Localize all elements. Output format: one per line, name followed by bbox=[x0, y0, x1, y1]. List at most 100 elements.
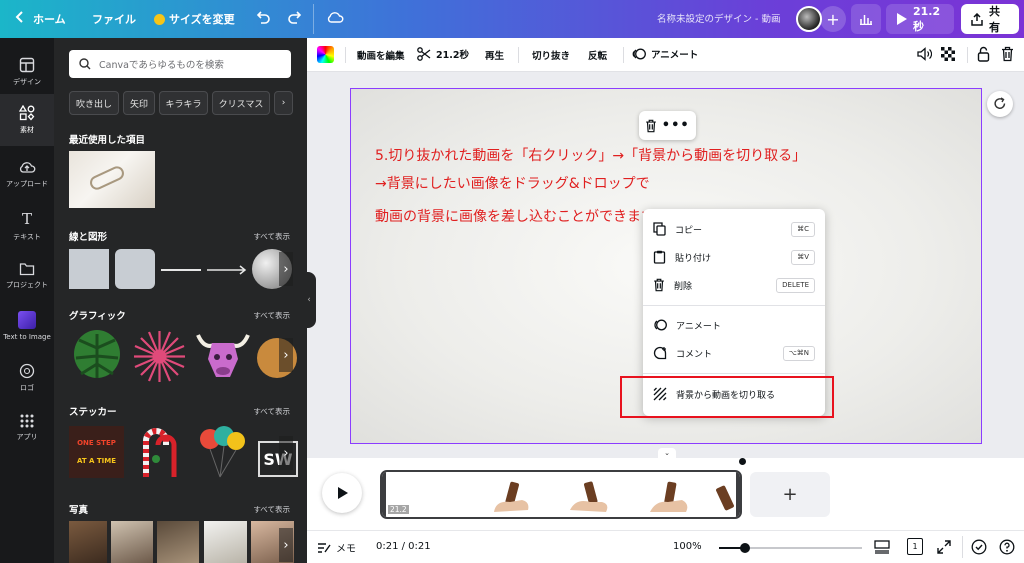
crop-button[interactable]: 切り抜き bbox=[532, 48, 570, 62]
share-button[interactable]: 共有 bbox=[961, 4, 1019, 34]
play-icon bbox=[896, 13, 907, 25]
add-collaborator-button[interactable]: + bbox=[820, 6, 846, 32]
back-chevron-icon[interactable] bbox=[15, 10, 25, 24]
see-all-link[interactable]: すべて表示 bbox=[253, 504, 290, 515]
photo-thumbnail[interactable] bbox=[69, 521, 107, 563]
clip-trim-handle-left[interactable] bbox=[382, 472, 386, 517]
graphics-title: グラフィック bbox=[69, 311, 126, 322]
monstera-leaf-graphic[interactable] bbox=[71, 328, 123, 384]
menu-label: アニメート bbox=[676, 321, 721, 332]
starburst-graphic[interactable] bbox=[132, 329, 187, 384]
bull-head-graphic[interactable] bbox=[194, 329, 252, 384]
rail-label: デザイン bbox=[13, 78, 41, 86]
play-icon bbox=[337, 487, 348, 499]
share-label: 共有 bbox=[989, 5, 1000, 34]
menu-divider bbox=[643, 305, 825, 306]
lock-icon[interactable] bbox=[977, 46, 990, 62]
element-quick-actions: ••• bbox=[639, 111, 696, 140]
insights-button[interactable] bbox=[851, 4, 881, 34]
menu-item-comment[interactable]: コメント ⌥⌘N bbox=[643, 339, 825, 367]
refresh-button[interactable] bbox=[987, 91, 1013, 117]
rail-item-text[interactable]: T テキスト bbox=[0, 200, 54, 252]
chips-next-button[interactable]: › bbox=[274, 91, 293, 115]
notes-button[interactable]: メモ bbox=[317, 540, 356, 555]
scissors-shape bbox=[87, 164, 127, 192]
annotation-line-2: →背景にしたい画像をドラッグ&ドロップで bbox=[375, 176, 650, 192]
photo-thumbnail[interactable] bbox=[157, 521, 199, 563]
volume-icon[interactable] bbox=[917, 47, 932, 61]
avatar[interactable] bbox=[796, 6, 822, 32]
page-count-button[interactable]: 1 bbox=[907, 538, 923, 555]
resize-button[interactable]: サイズを変更 bbox=[154, 11, 235, 27]
graphics-next-arrow[interactable]: › bbox=[279, 338, 293, 372]
recent-item-thumbnail[interactable] bbox=[69, 151, 155, 208]
balloons-sticker[interactable] bbox=[196, 425, 248, 481]
square-shape[interactable] bbox=[69, 249, 109, 289]
chip[interactable]: キラキラ bbox=[159, 91, 208, 115]
color-picker-button[interactable] bbox=[317, 46, 334, 63]
see-all-link[interactable]: すべて表示 bbox=[253, 310, 290, 321]
chip[interactable]: 吹き出し bbox=[69, 91, 119, 115]
line-shape[interactable] bbox=[161, 269, 201, 271]
document-title[interactable]: 名称未設定のデザイン - 動画 bbox=[657, 11, 780, 25]
menu-label: 貼り付け bbox=[675, 253, 712, 264]
photo-thumbnail[interactable] bbox=[111, 521, 153, 563]
more-options-icon[interactable]: ••• bbox=[662, 118, 690, 133]
rail-item-projects[interactable]: プロジェクト bbox=[0, 250, 54, 302]
rail-item-apps[interactable]: アプリ bbox=[0, 402, 54, 454]
help-icon[interactable] bbox=[999, 539, 1015, 555]
rounded-square-shape[interactable] bbox=[115, 249, 155, 289]
see-all-link[interactable]: すべて表示 bbox=[253, 406, 290, 417]
zoom-level[interactable]: 100% bbox=[673, 541, 702, 552]
candy-cane-sticker[interactable] bbox=[134, 425, 186, 481]
animate-button[interactable]: アニメート bbox=[632, 47, 698, 61]
timeline-play-button[interactable] bbox=[322, 473, 362, 513]
flip-button[interactable]: 反転 bbox=[588, 48, 607, 62]
fullscreen-icon[interactable] bbox=[937, 540, 951, 554]
menu-item-animate[interactable]: アニメート bbox=[643, 311, 825, 339]
divider bbox=[962, 536, 963, 558]
one-step-sticker[interactable]: ONE STEP AT A TIME bbox=[69, 426, 124, 478]
trash-icon[interactable] bbox=[1001, 46, 1014, 62]
transparency-icon[interactable] bbox=[941, 47, 955, 61]
menu-item-copy[interactable]: コピー ⌘C bbox=[643, 215, 825, 243]
arrow-line-shape[interactable] bbox=[207, 263, 247, 277]
page-view-icon[interactable] bbox=[874, 540, 890, 554]
chip[interactable]: 矢印 bbox=[123, 91, 155, 115]
undo-icon[interactable] bbox=[255, 9, 271, 25]
video-clip[interactable]: 21.2 bbox=[380, 470, 742, 519]
home-button[interactable]: ホーム bbox=[33, 11, 66, 27]
redo-icon[interactable] bbox=[287, 9, 303, 25]
cloud-sync-icon[interactable] bbox=[326, 10, 344, 24]
playback-button[interactable]: 再生 bbox=[485, 48, 504, 62]
search-input[interactable]: Canvaであらゆるものを検索 bbox=[69, 50, 291, 78]
rail-item-design[interactable]: デザイン bbox=[0, 46, 54, 98]
photos-next-arrow[interactable]: › bbox=[279, 528, 293, 562]
check-icon[interactable] bbox=[971, 539, 987, 555]
add-clip-button[interactable]: + bbox=[750, 472, 830, 517]
recent-title: 最近使用した項目 bbox=[69, 135, 146, 146]
rail-item-logo[interactable]: ロゴ bbox=[0, 352, 54, 404]
rail-item-text-to-image[interactable]: Text to Image bbox=[0, 300, 54, 352]
photo-thumbnail[interactable] bbox=[204, 521, 247, 563]
collapse-panel-button[interactable]: ‹ bbox=[302, 272, 316, 328]
delete-element-icon[interactable] bbox=[645, 119, 657, 133]
playhead[interactable] bbox=[739, 458, 746, 465]
file-menu[interactable]: ファイル bbox=[92, 11, 136, 27]
chip[interactable]: クリスマス bbox=[212, 91, 270, 115]
edit-video-button[interactable]: 動画を編集 bbox=[357, 48, 405, 62]
zoom-slider-knob[interactable] bbox=[739, 543, 750, 553]
crown-icon bbox=[154, 13, 165, 25]
timeline-toggle-icon[interactable]: ⌄ bbox=[658, 448, 676, 458]
rail-item-elements[interactable]: 素材 bbox=[0, 94, 54, 146]
play-preview-button[interactable]: 21.2秒 bbox=[886, 4, 954, 34]
stickers-next-arrow[interactable]: › bbox=[279, 436, 293, 470]
zoom-slider[interactable] bbox=[719, 543, 862, 553]
see-all-link[interactable]: すべて表示 bbox=[253, 231, 290, 242]
time-readout: 0:21 / 0:21 bbox=[376, 541, 431, 552]
rail-item-upload[interactable]: アップロード bbox=[0, 148, 54, 200]
trim-button[interactable]: 21.2秒 bbox=[417, 47, 469, 61]
lines-next-arrow[interactable]: › bbox=[279, 252, 293, 286]
menu-item-delete[interactable]: 削除 DELETE bbox=[643, 271, 825, 299]
menu-item-paste[interactable]: 貼り付け ⌘V bbox=[643, 243, 825, 271]
